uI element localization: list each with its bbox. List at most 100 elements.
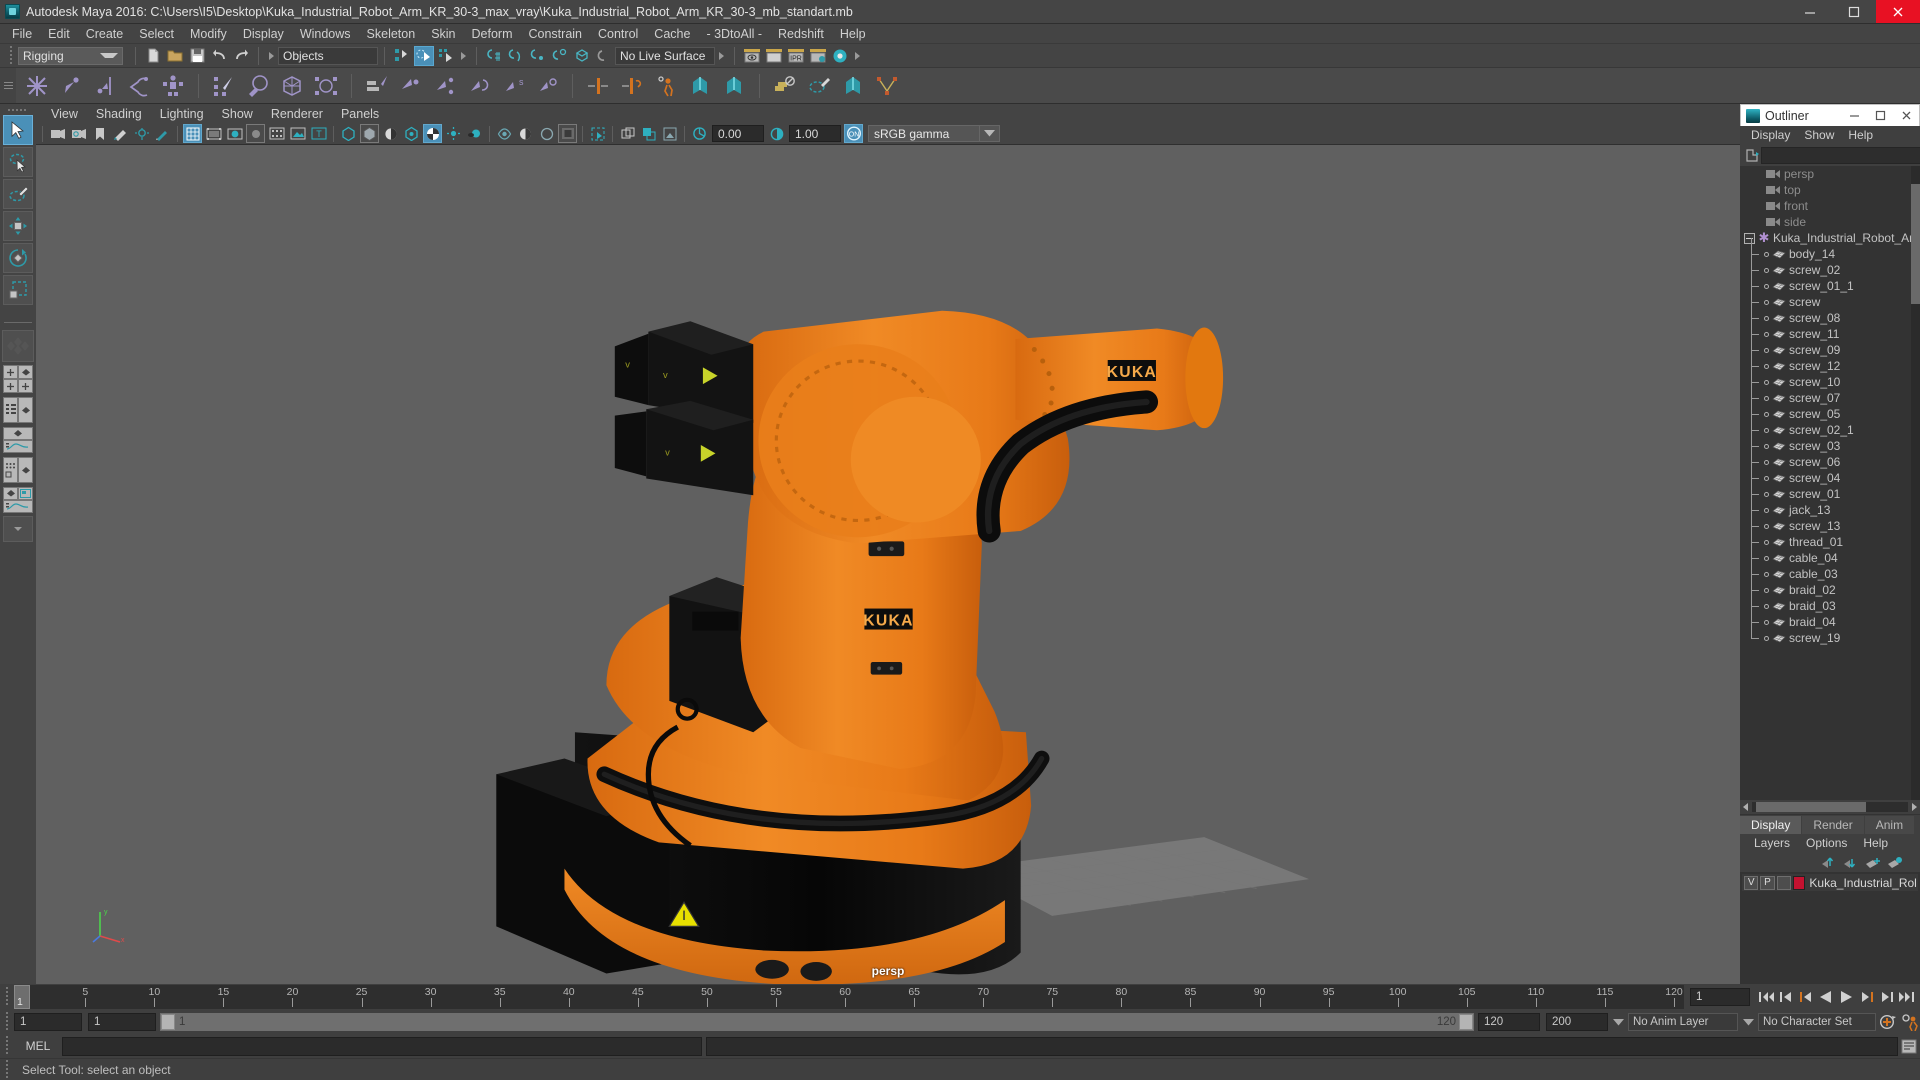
select-by-component-icon[interactable] [436,46,456,66]
image-plane-icon[interactable] [111,124,130,143]
step-forward-frame-icon[interactable] [1877,987,1895,1007]
outliner-menu-help[interactable]: Help [1841,128,1880,142]
menu-skin[interactable]: Skin [423,24,463,44]
scrollbar-track[interactable] [1752,802,1908,812]
outliner-item-screw-11[interactable]: screw_11 [1740,318,1920,342]
outliner-tree[interactable]: persp top front side ✱ Kuka_Industrial_Robot_… [1740,166,1920,800]
viewport-menu-show[interactable]: Show [213,107,262,121]
outliner-item-screw-02[interactable]: screw_02 [1740,254,1920,278]
wireframe-icon[interactable] [183,124,202,143]
paint-select-tool-icon[interactable] [3,179,33,209]
use-default-material-icon[interactable]: T [309,124,328,143]
outliner-item-screw-07[interactable]: screw_07 [1740,382,1920,406]
blend-shape-icon[interactable] [362,71,392,101]
layers-menu-help[interactable]: Help [1855,836,1896,850]
resolution-gate-icon[interactable] [588,124,607,143]
outliner-item-kuka-industrial-robot-arm[interactable]: ✱ Kuka_Industrial_Robot_Arm_ [1740,230,1920,246]
more-layouts-icon[interactable] [3,516,33,542]
single-perspective-layout-icon[interactable] [2,330,34,362]
move-tool-icon[interactable] [3,211,33,241]
outliner-item-braid-03[interactable]: braid_03 [1740,590,1920,614]
copy-skin-weights-icon[interactable] [770,71,800,101]
minimize-icon[interactable] [1841,105,1867,127]
depth-of-field-icon[interactable] [495,124,514,143]
menu-help[interactable]: Help [832,24,874,44]
menu-select[interactable]: Select [131,24,182,44]
menu-display[interactable]: Display [235,24,292,44]
render-settings-icon[interactable] [808,46,828,66]
outliner-item-jack-13[interactable]: jack_13 [1740,494,1920,518]
multisample-aa-icon[interactable] [465,124,484,143]
scale-constraint-icon[interactable]: s [498,71,528,101]
select-camera-icon[interactable] [48,124,67,143]
time-slider-track[interactable]: 1 5 10 15 20 25 30 35 40 45 50 55 60 65 70 75 80 85 90 95 1… [14,985,1684,1009]
view-transform-label[interactable]: sRGB gamma [868,125,980,142]
outliner-item-screw-05[interactable]: screw_05 [1740,398,1920,422]
outliner-item-screw[interactable]: screw [1740,286,1920,310]
scroll-left-icon[interactable] [1740,801,1752,813]
range-bar[interactable]: 1 120 [160,1013,1474,1031]
collapse-icon[interactable] [1744,232,1755,244]
bookmark-icon[interactable] [90,124,109,143]
bind-skin-icon[interactable] [209,71,239,101]
outliner-persp-layout-icon[interactable] [2,397,34,423]
outliner-menu-show[interactable]: Show [1797,128,1841,142]
paint-weights-icon[interactable] [804,71,834,101]
grease-pencil-icon[interactable] [153,124,172,143]
outliner-item-screw-08[interactable]: screw_08 [1740,302,1920,326]
display-layer-icon[interactable] [660,124,679,143]
playback-end-field[interactable]: 120 [1478,1013,1540,1031]
persp-graph-layout-icon[interactable] [2,427,34,453]
joint-tool-icon[interactable] [22,71,52,101]
statusline-more-icon[interactable] [855,51,860,60]
skeleton-a-icon[interactable] [685,71,715,101]
hypershade-icon[interactable] [830,46,850,66]
gamma-icon[interactable] [767,124,786,143]
outliner-horizontal-scrollbar[interactable] [1740,800,1920,814]
outliner-item-cable-03[interactable]: cable_03 [1740,558,1920,582]
go-to-end-icon[interactable] [1897,987,1915,1007]
auto-keyframe-icon[interactable] [1876,1012,1898,1032]
step-back-key-icon[interactable] [1797,987,1815,1007]
menu-deform[interactable]: Deform [464,24,521,44]
range-end-handle[interactable] [1459,1014,1473,1030]
camera-attributes-icon[interactable] [69,124,88,143]
mirror-joint-icon[interactable] [583,71,613,101]
scale-tool-icon[interactable] [3,275,33,305]
isolate-select-icon[interactable] [516,124,535,143]
scrollbar-thumb[interactable] [1756,802,1866,812]
tab-display[interactable]: Display [1740,816,1802,834]
outliner-item-screw-04[interactable]: screw_04 [1740,462,1920,486]
ik-handle-icon[interactable] [56,71,86,101]
outliner-item-screw-19[interactable]: screw_19 [1740,622,1920,646]
outliner-item-screw-10[interactable]: screw_10 [1740,366,1920,390]
menu-modify[interactable]: Modify [182,24,235,44]
snap-to-grid-icon[interactable] [484,46,504,66]
render-sequence-icon[interactable] [764,46,784,66]
live-surface-field[interactable]: No Live Surface [615,46,715,65]
outliner-item-screw-06[interactable]: screw_06 [1740,446,1920,470]
current-frame-field[interactable]: 1 [1690,988,1750,1006]
scroll-right-icon[interactable] [1908,801,1920,813]
skeleton-c-icon[interactable] [838,71,868,101]
menu-control[interactable]: Control [590,24,646,44]
select-by-hierarchy-icon[interactable] [392,46,412,66]
motion-blur-icon[interactable] [444,124,463,143]
maximize-icon[interactable] [1867,105,1893,127]
outliner-item-screw-02-1[interactable]: screw_02_1 [1740,414,1920,438]
layer-shading-toggle[interactable] [1776,875,1791,890]
viewport-menu-view[interactable]: View [42,107,87,121]
layer-color-swatch[interactable] [1792,875,1806,890]
ik-spline-handle-icon[interactable] [90,71,120,101]
menu-create[interactable]: Create [78,24,132,44]
animation-preferences-icon[interactable] [1898,1012,1920,1032]
script-editor-icon[interactable] [1898,1036,1920,1056]
shadows-icon[interactable] [402,124,421,143]
outliner-item-screw-12[interactable]: screw_12 [1740,350,1920,374]
play-forwards-icon[interactable] [1837,987,1855,1007]
menu-windows[interactable]: Windows [292,24,359,44]
outliner-item-front[interactable]: front [1740,198,1920,214]
undo-icon[interactable] [209,46,229,66]
playback-start-field[interactable]: 1 [88,1013,156,1031]
menu-constrain[interactable]: Constrain [521,24,591,44]
